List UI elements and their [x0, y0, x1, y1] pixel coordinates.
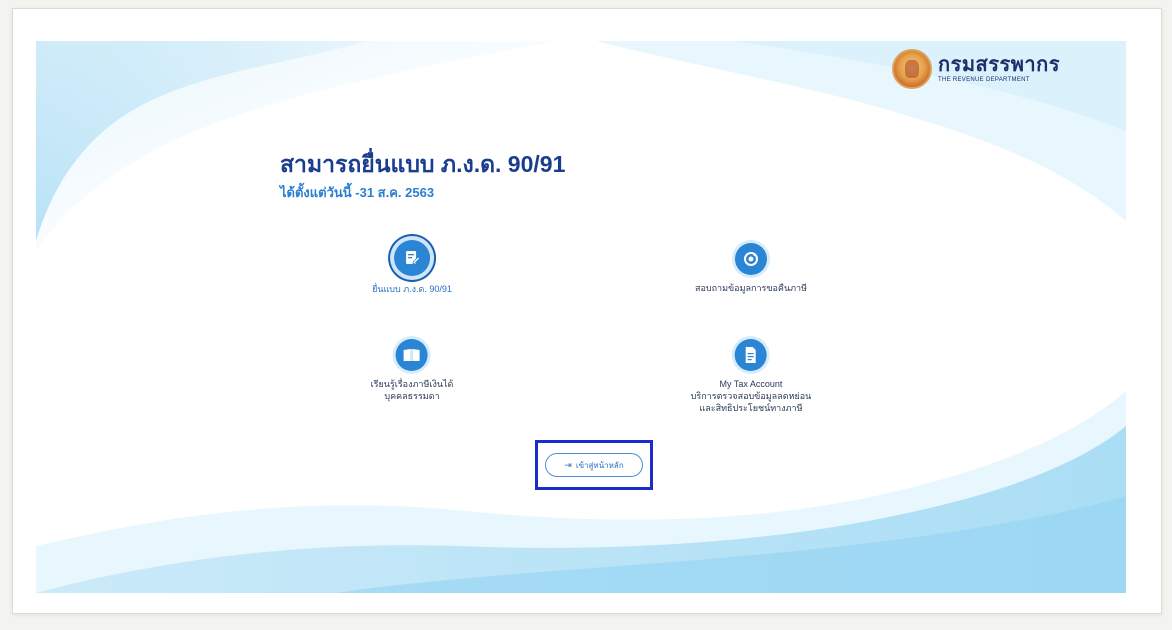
service-learn-tax-line2: บุคคลธรรมดา: [384, 391, 440, 401]
refresh-money-icon: [734, 243, 767, 275]
service-my-tax-account-line2: บริการตรวจสอบข้อมูลลดหย่อน: [690, 391, 812, 401]
service-learn-tax[interactable]: เรียนรู้เรื่องภาษีเงินได้ บุคคลธรรมดา: [371, 339, 454, 402]
seal-icon: [892, 49, 932, 89]
logo-english-name: THE REVENUE DEPARTMENT: [938, 77, 1030, 83]
wave-background: [36, 41, 1126, 593]
service-learn-tax-label: เรียนรู้เรื่องภาษีเงินได้ บุคคลธรรมดา: [371, 378, 454, 402]
document-icon: [734, 339, 767, 371]
service-file-return[interactable]: ยื่นแบบ ภ.ง.ด. 90/91: [372, 240, 452, 295]
service-file-return-label: ยื่นแบบ ภ.ง.ด. 90/91: [372, 284, 452, 294]
go-to-home-button[interactable]: ⇥ เข้าสู่หน้าหลัก: [545, 453, 643, 477]
go-to-home-label: เข้าสู่หน้าหลัก: [575, 460, 624, 470]
highlight-box: ⇥ เข้าสู่หน้าหลัก: [535, 440, 653, 490]
service-refund-status-label: สอบถามข้อมูลการขอคืนภาษี: [694, 283, 808, 293]
book-icon: [395, 339, 428, 371]
promo-banner: กรมสรรพากร THE REVENUE DEPARTMENT สามารถ…: [36, 41, 1126, 593]
service-learn-tax-line1: เรียนรู้เรื่องภาษีเงินได้: [370, 379, 454, 389]
service-my-tax-account-line3: และสิทธิประโยชน์ทางภาษี: [699, 403, 803, 413]
file-edit-icon: [393, 240, 430, 276]
page-subtitle: ได้ตั้งแต่วันนี้ -31 ส.ค. 2563: [280, 185, 435, 200]
service-my-tax-account-label: My Tax Account บริการตรวจสอบข้อมูลลดหย่อ…: [691, 378, 812, 414]
logo-thai-name: กรมสรรพากร: [938, 54, 1060, 76]
revenue-department-logo: กรมสรรพากร THE REVENUE DEPARTMENT: [892, 49, 1060, 89]
service-my-tax-account[interactable]: My Tax Account บริการตรวจสอบข้อมูลลดหย่อ…: [691, 339, 812, 414]
service-my-tax-account-line1: My Tax Account: [719, 379, 783, 389]
page-title: สามารถยื่นแบบ ภ.ง.ด. 90/91: [280, 151, 566, 177]
service-refund-status[interactable]: สอบถามข้อมูลการขอคืนภาษี: [695, 243, 807, 294]
login-icon: ⇥: [564, 459, 572, 470]
